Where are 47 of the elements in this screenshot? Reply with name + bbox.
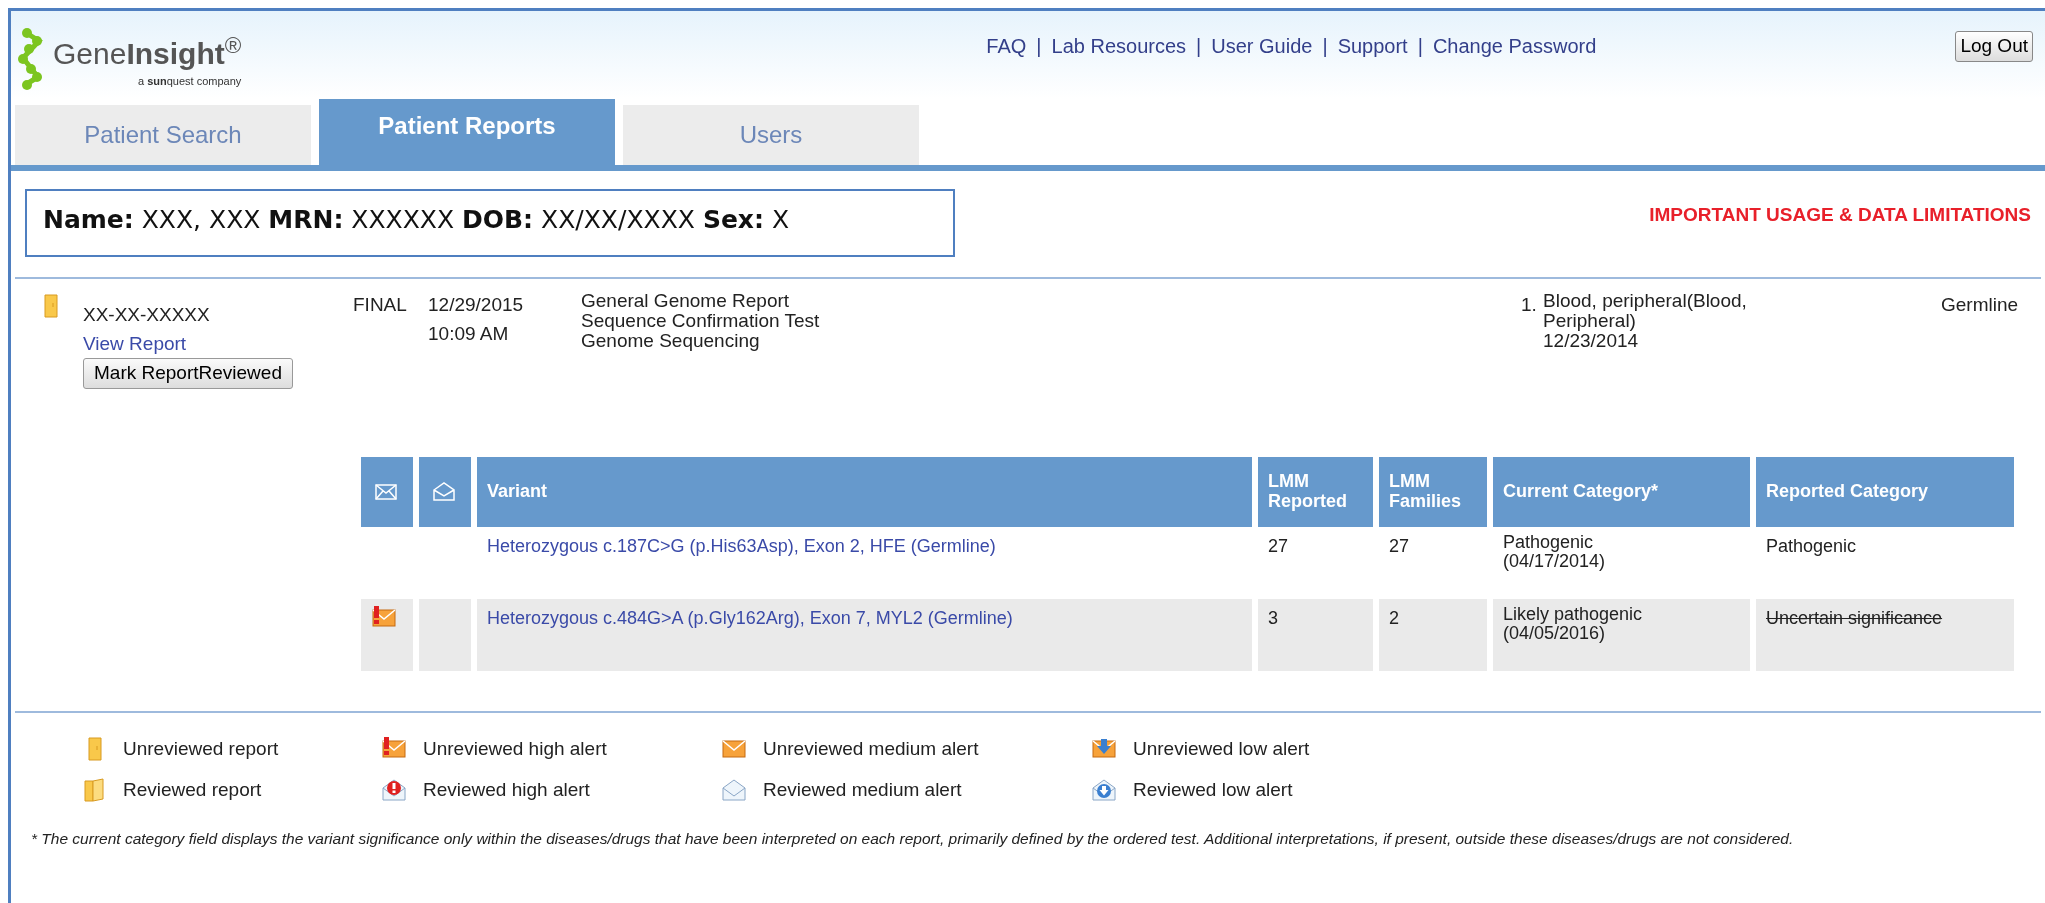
test-name: General Genome Report [581,291,791,311]
variant-link[interactable]: Heterozygous c.484G>A (p.Gly162Arg), Exon 7, MYL2 (Germline) [487,608,1013,628]
legend-label: Reviewed low alert [1133,777,1293,802]
list-number: 1. [1521,293,1538,317]
nav-link[interactable]: Change Password [1432,31,1597,61]
logo-tagline: a sunquest company [136,74,242,89]
link-separator: | [1196,34,1202,59]
footnote: * The current category field displays the variant significance only within the diseases/drugs that have been interpreted on each report, primarily defined by the ordered test. Additional interpretations, if present, outside these diseases/drugs are not considered. [31,830,1795,849]
category-text: Pathogenic (04/17/2014) [1503,533,1607,571]
category-text: Likely pathogenic (04/05/2016) [1503,605,1644,643]
report-date: 12/29/2015 [428,293,525,317]
table-cell-text: Pathogenic [1765,535,1858,558]
test-name: Sequence Confirmation Test [581,310,821,331]
legend-label: Reviewed high alert [423,777,590,802]
nav-link[interactable]: Lab Resources [1051,31,1187,61]
view-report-link[interactable]: View Report [83,329,187,358]
table-cell: 2 [1379,599,1487,671]
legend-label: Reviewed medium alert [763,777,962,802]
legend-label: Unreviewed high alert [423,737,607,761]
legend-label: Unreviewed low alert [1133,737,1310,761]
link-separator: | [1417,34,1423,59]
link-separator: | [1036,34,1042,59]
table-cell: 3 [1258,599,1373,671]
table-cell-text: 27 [1388,535,1411,558]
table-cell: Uncertain significance [1756,599,2014,671]
legend-label: Unreviewed report [123,737,279,761]
variant-link[interactable]: Heterozygous c.187C>G (p.His63Asp), Exon 2, HFE (Germline) [487,536,996,556]
specimen-origin: Germline [1941,293,2019,317]
report-status: FINAL [353,293,408,317]
table-cell-text: 27 [1267,535,1290,558]
open-folder-icon [81,776,107,803]
specimen-date: 12/23/2014 [1543,330,1640,351]
mark-reviewed-button[interactable]: Mark ReportReviewed [83,358,293,389]
specimen-text: Blood, peripheral(Blood, Peripheral) [1543,291,1748,331]
link-separator: | [1322,34,1328,59]
nav-link[interactable]: Support [1337,31,1408,61]
logo-text: GeneInsight$^{®}$ [53,39,242,69]
report-time: 10:09 AM [428,321,510,346]
patient-banner: Name: XXX, XXX MRN: XXXXXX DOB: XX/XX/XXXX Sex: X [25,189,955,257]
test-name: Genome Sequencing [581,330,761,351]
accession-number: XX-XX-XXXXX [83,303,211,327]
legend-label: Unreviewed medium alert [763,737,979,761]
nav-link[interactable]: User Guide [1211,31,1313,61]
legend-label: Reviewed report [123,777,262,802]
logout-button[interactable]: Log Out [1955,31,2033,62]
nav-link[interactable]: FAQ [986,31,1027,61]
usage-link[interactable]: IMPORTANT USAGE & DATA LIMITATIONS [1649,201,2031,230]
